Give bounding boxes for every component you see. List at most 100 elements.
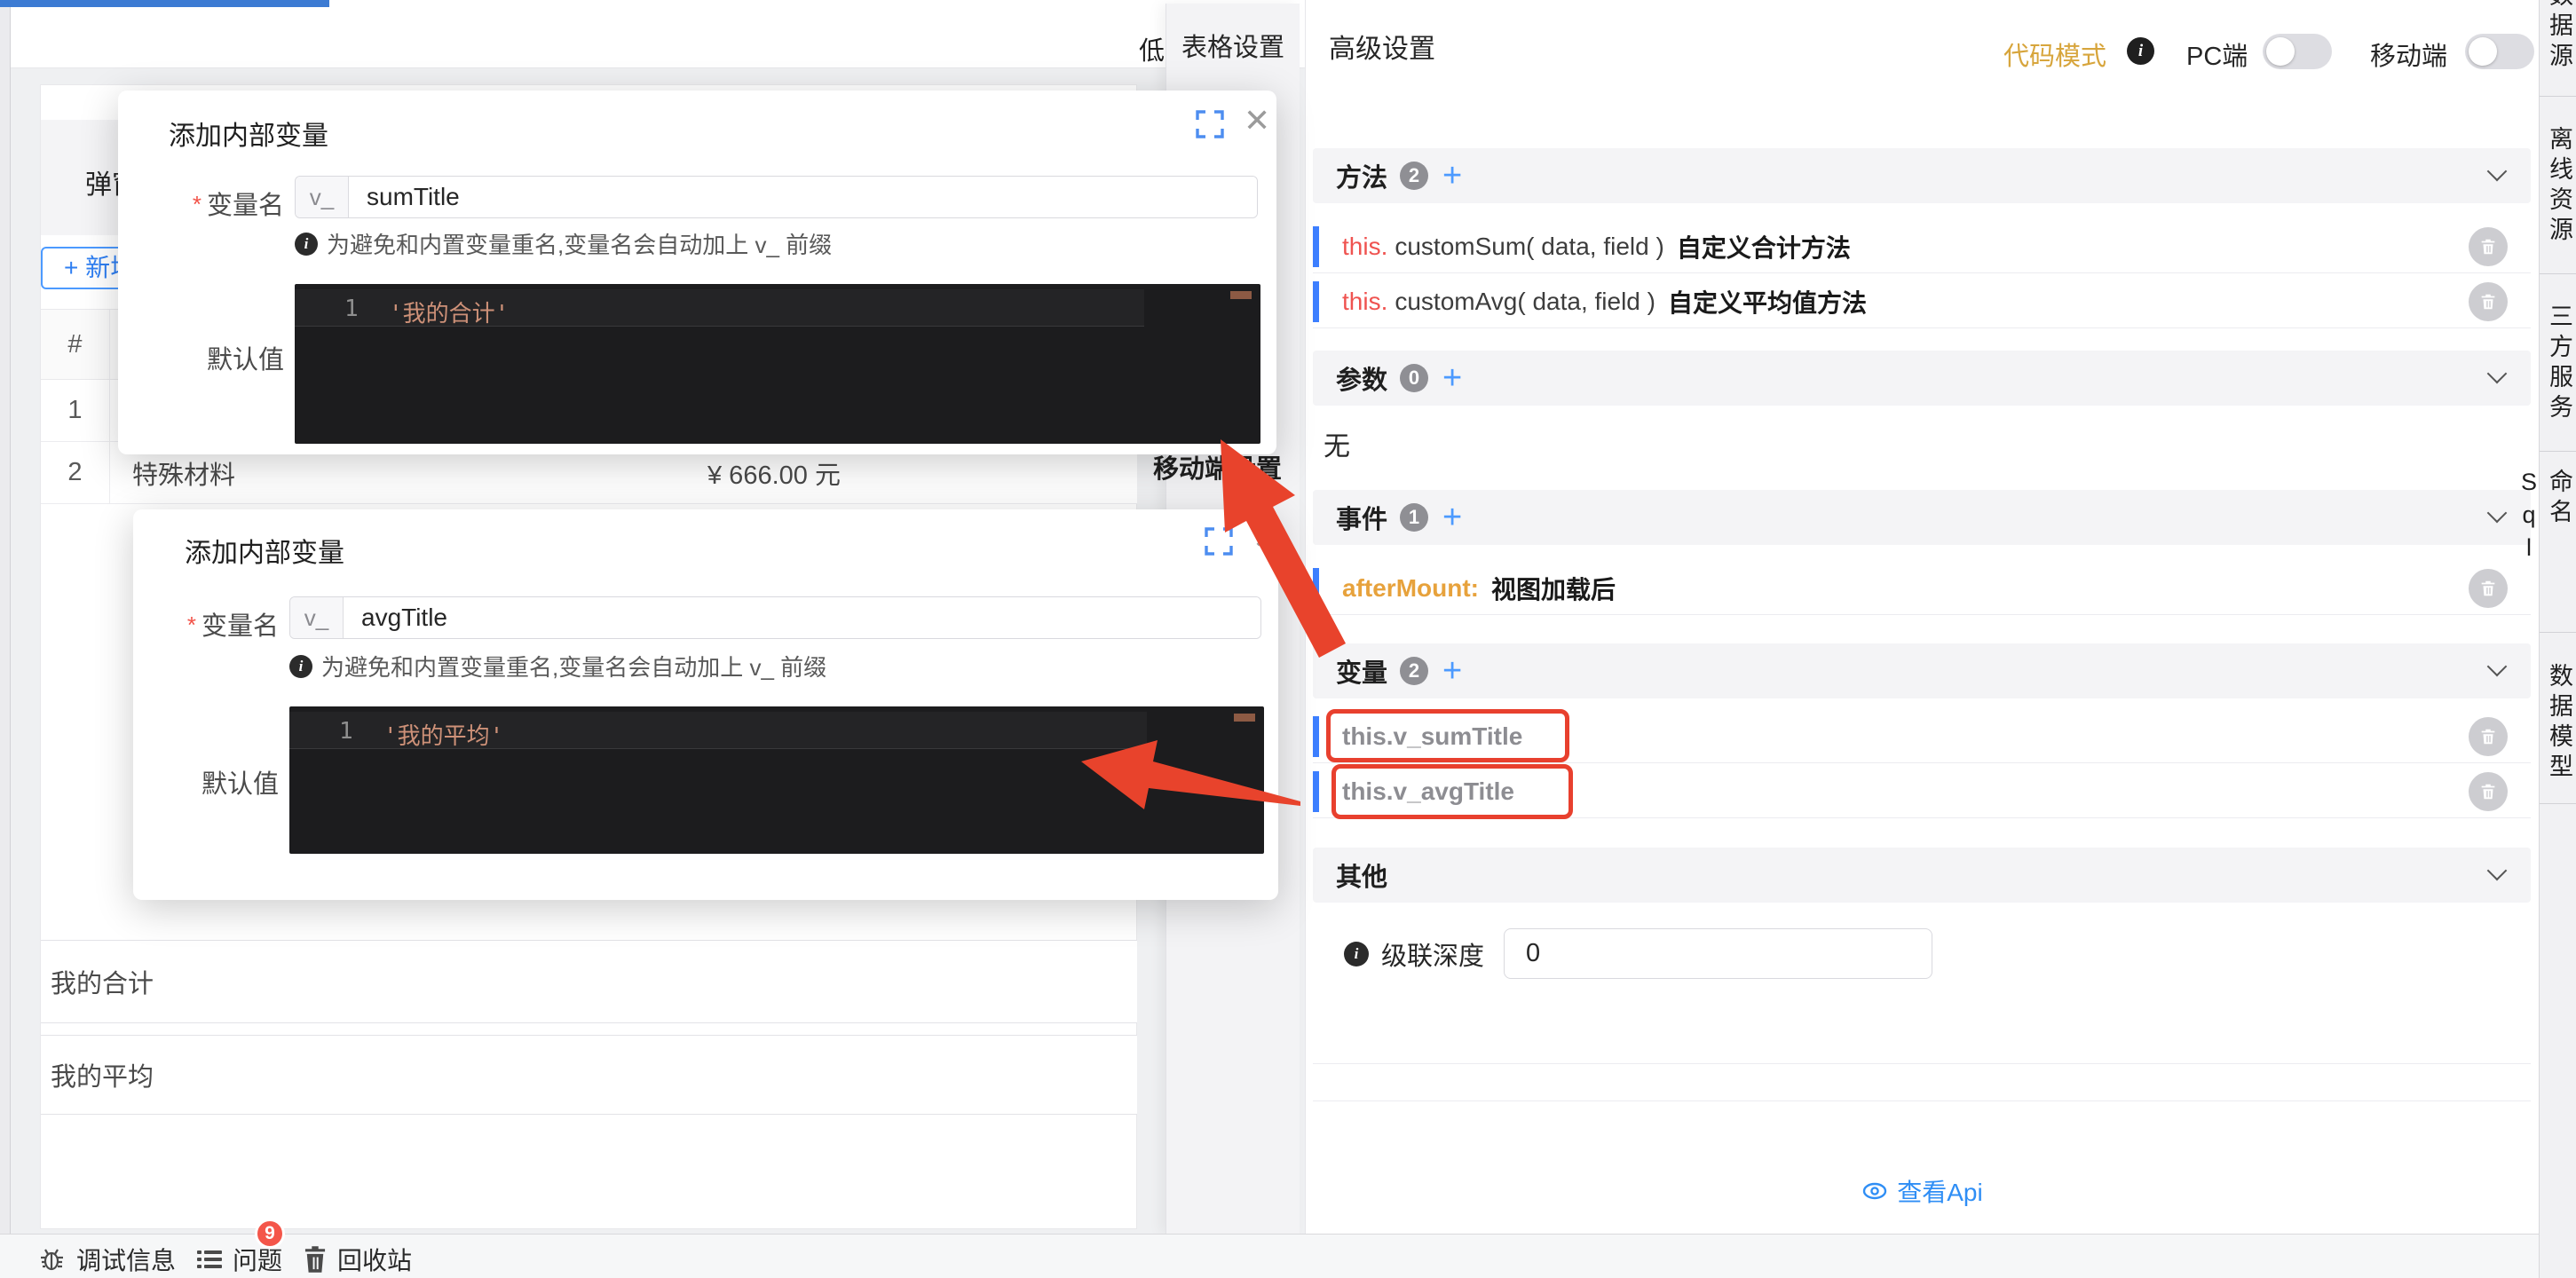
tab-table-settings[interactable]: 表格设置 xyxy=(1166,27,1300,64)
default-value-code-editor[interactable]: 1 '我的合计' xyxy=(295,284,1260,444)
code-mode-info-icon[interactable]: i xyxy=(2127,37,2154,65)
variable-name-label: * 变量名 xyxy=(192,191,284,220)
index-header-cell: # xyxy=(41,310,110,379)
divider xyxy=(2540,632,2576,633)
cascade-depth-input[interactable] xyxy=(1504,928,1933,979)
prefix-addon: v_ xyxy=(290,597,344,638)
chevron-down-icon[interactable] xyxy=(2486,363,2508,384)
variable-name-input[interactable] xyxy=(349,177,1257,217)
delete-variable-button[interactable] xyxy=(2469,771,2508,811)
chevron-down-icon[interactable] xyxy=(2486,860,2508,881)
section-label: 事件 xyxy=(1336,506,1388,534)
count-badge: 2 xyxy=(1400,657,1429,685)
add-method-button[interactable]: + xyxy=(1442,159,1462,193)
event-item[interactable]: afterMount: 视图加载后 xyxy=(1313,562,2531,615)
variable-item[interactable]: this.v_avgTitle xyxy=(1313,765,2531,818)
section-events-header[interactable]: 事件 1 + xyxy=(1313,490,2531,545)
section-other-header[interactable]: 其他 xyxy=(1313,848,2531,903)
line-number: 1 xyxy=(344,296,359,322)
add-variable-dialog-sum: 添加内部变量 ✕ *变量名 v_ i 为避免和内置变量重名,变量名会自动加上 v… xyxy=(118,91,1276,454)
divider xyxy=(1313,1063,2531,1064)
info-icon: i xyxy=(289,654,312,678)
info-icon[interactable]: i xyxy=(1344,941,1369,966)
code-line: 1 '我的平均' xyxy=(289,712,1264,750)
section-params-header[interactable]: 参数 0 + xyxy=(1313,351,2531,406)
sidebar-item-datasource[interactable]: 数据源 xyxy=(2540,0,2576,94)
section-methods-header[interactable]: 方法 2 + xyxy=(1313,148,2531,203)
right-sidebar: 数据源 离线资源 三方服务 命名Sql 数据模型 xyxy=(2516,0,2576,1278)
delete-event-button[interactable] xyxy=(2469,568,2508,608)
dialog-title: 添加内部变量 xyxy=(169,122,328,151)
variable-name-input-group: v_ xyxy=(289,596,1261,639)
pc-toggle[interactable] xyxy=(2263,34,2332,69)
close-icon[interactable]: ✕ xyxy=(1244,105,1270,137)
section-label: 参数 xyxy=(1336,367,1388,395)
sidebar-item-data-model[interactable]: 数据模型 xyxy=(2540,650,2576,797)
trash-icon xyxy=(304,1246,326,1273)
prefix-hint: i 为避免和内置变量重名,变量名会自动加上 v_ 前缀 xyxy=(295,227,832,260)
view-api-link[interactable]: 查看Api xyxy=(1306,1173,2539,1209)
delete-variable-button[interactable] xyxy=(2469,716,2508,756)
variable-item[interactable]: this.v_sumTitle xyxy=(1313,710,2531,763)
debug-info-label: 调试信息 xyxy=(76,1247,177,1274)
default-value-label: 默认值 xyxy=(201,770,279,799)
default-value-code-editor[interactable]: 1 '我的平均' xyxy=(289,706,1264,854)
recycle-bin-label: 回收站 xyxy=(337,1247,413,1274)
count-badge: 2 xyxy=(1400,162,1429,190)
bug-icon xyxy=(41,1249,63,1271)
section-label: 方法 xyxy=(1336,164,1388,193)
close-icon[interactable]: ✕ xyxy=(1252,522,1279,554)
debug-info-button[interactable]: 调试信息 xyxy=(39,1242,176,1277)
divider xyxy=(2540,96,2576,97)
summary-row-sum[interactable]: 我的合计 xyxy=(41,940,1137,1023)
panel-title: 高级设置 xyxy=(1329,35,1435,64)
add-event-button[interactable]: + xyxy=(1442,501,1462,534)
eye-icon xyxy=(1863,1182,1887,1200)
toggle-knob xyxy=(2469,37,2497,66)
summary-row-avg[interactable]: 我的平均 xyxy=(41,1035,1137,1115)
active-tab-indicator xyxy=(0,0,329,7)
item-accent-bar xyxy=(1313,225,1319,267)
sidebar-item-offline-resources[interactable]: 离线资源 xyxy=(2540,115,2576,257)
method-desc: 自定义合计方法 xyxy=(1676,233,1851,262)
code-line: 1 '我的合计' xyxy=(295,289,1260,327)
item-accent-bar xyxy=(1313,715,1319,757)
sidebar-item-named-sql[interactable]: 命名Sql xyxy=(2516,469,2576,625)
delete-method-button[interactable] xyxy=(2469,226,2508,266)
section-vars-header[interactable]: 变量 2 + xyxy=(1313,643,2531,698)
add-param-button[interactable]: + xyxy=(1442,361,1462,395)
count-badge: 1 xyxy=(1400,503,1429,532)
divider xyxy=(2540,803,2576,804)
summary-sum-label: 我的合计 xyxy=(51,970,154,998)
fullscreen-icon[interactable] xyxy=(1194,108,1226,140)
variable-name-label: * 变量名 xyxy=(186,611,279,641)
summary-avg-label: 我的平均 xyxy=(51,1063,154,1092)
recycle-bin-button[interactable]: 回收站 xyxy=(302,1242,412,1277)
chevron-down-icon[interactable] xyxy=(2486,502,2508,524)
method-signature: customSum( data, field ) xyxy=(1395,232,1664,260)
add-variable-button[interactable]: + xyxy=(1442,654,1462,688)
method-item[interactable]: this. customSum( data, field ) 自定义合计方法 xyxy=(1313,220,2531,273)
divider xyxy=(1313,1100,2531,1101)
issues-count-badge: 9 xyxy=(255,1219,285,1249)
method-item[interactable]: this. customAvg( data, field ) 自定义平均值方法 xyxy=(1313,275,2531,328)
prefix-addon: v_ xyxy=(296,177,349,217)
info-icon: i xyxy=(295,232,318,256)
variable-name-input[interactable] xyxy=(344,597,1260,638)
code-string: '我的合计' xyxy=(389,301,510,327)
divider xyxy=(2540,451,2576,452)
delete-method-button[interactable] xyxy=(2469,281,2508,321)
prefix-hint: i 为避免和内置变量重名,变量名会自动加上 v_ 前缀 xyxy=(289,650,826,682)
fullscreen-icon[interactable] xyxy=(1203,525,1235,557)
mobile-toggle[interactable] xyxy=(2465,34,2534,69)
chevron-down-icon[interactable] xyxy=(2486,656,2508,677)
count-badge: 0 xyxy=(1400,364,1429,392)
method-prefix: this. xyxy=(1342,232,1388,260)
chevron-down-icon[interactable] xyxy=(2486,161,2508,182)
sidebar-item-third-party-services[interactable]: 三方服务 xyxy=(2540,293,2576,435)
advanced-settings-panel: 高级设置 代码模式 i PC端 移动端 方法 2 + this. customS… xyxy=(1305,0,2539,1234)
code-string: '我的平均' xyxy=(383,723,504,750)
event-name: afterMount: xyxy=(1342,573,1479,602)
code-mode-link[interactable]: 代码模式 xyxy=(2003,36,2106,73)
add-variable-dialog-avg: 添加内部变量 ✕ *变量名 v_ i 为避免和内置变量重名,变量名会自动加上 v… xyxy=(133,509,1279,900)
